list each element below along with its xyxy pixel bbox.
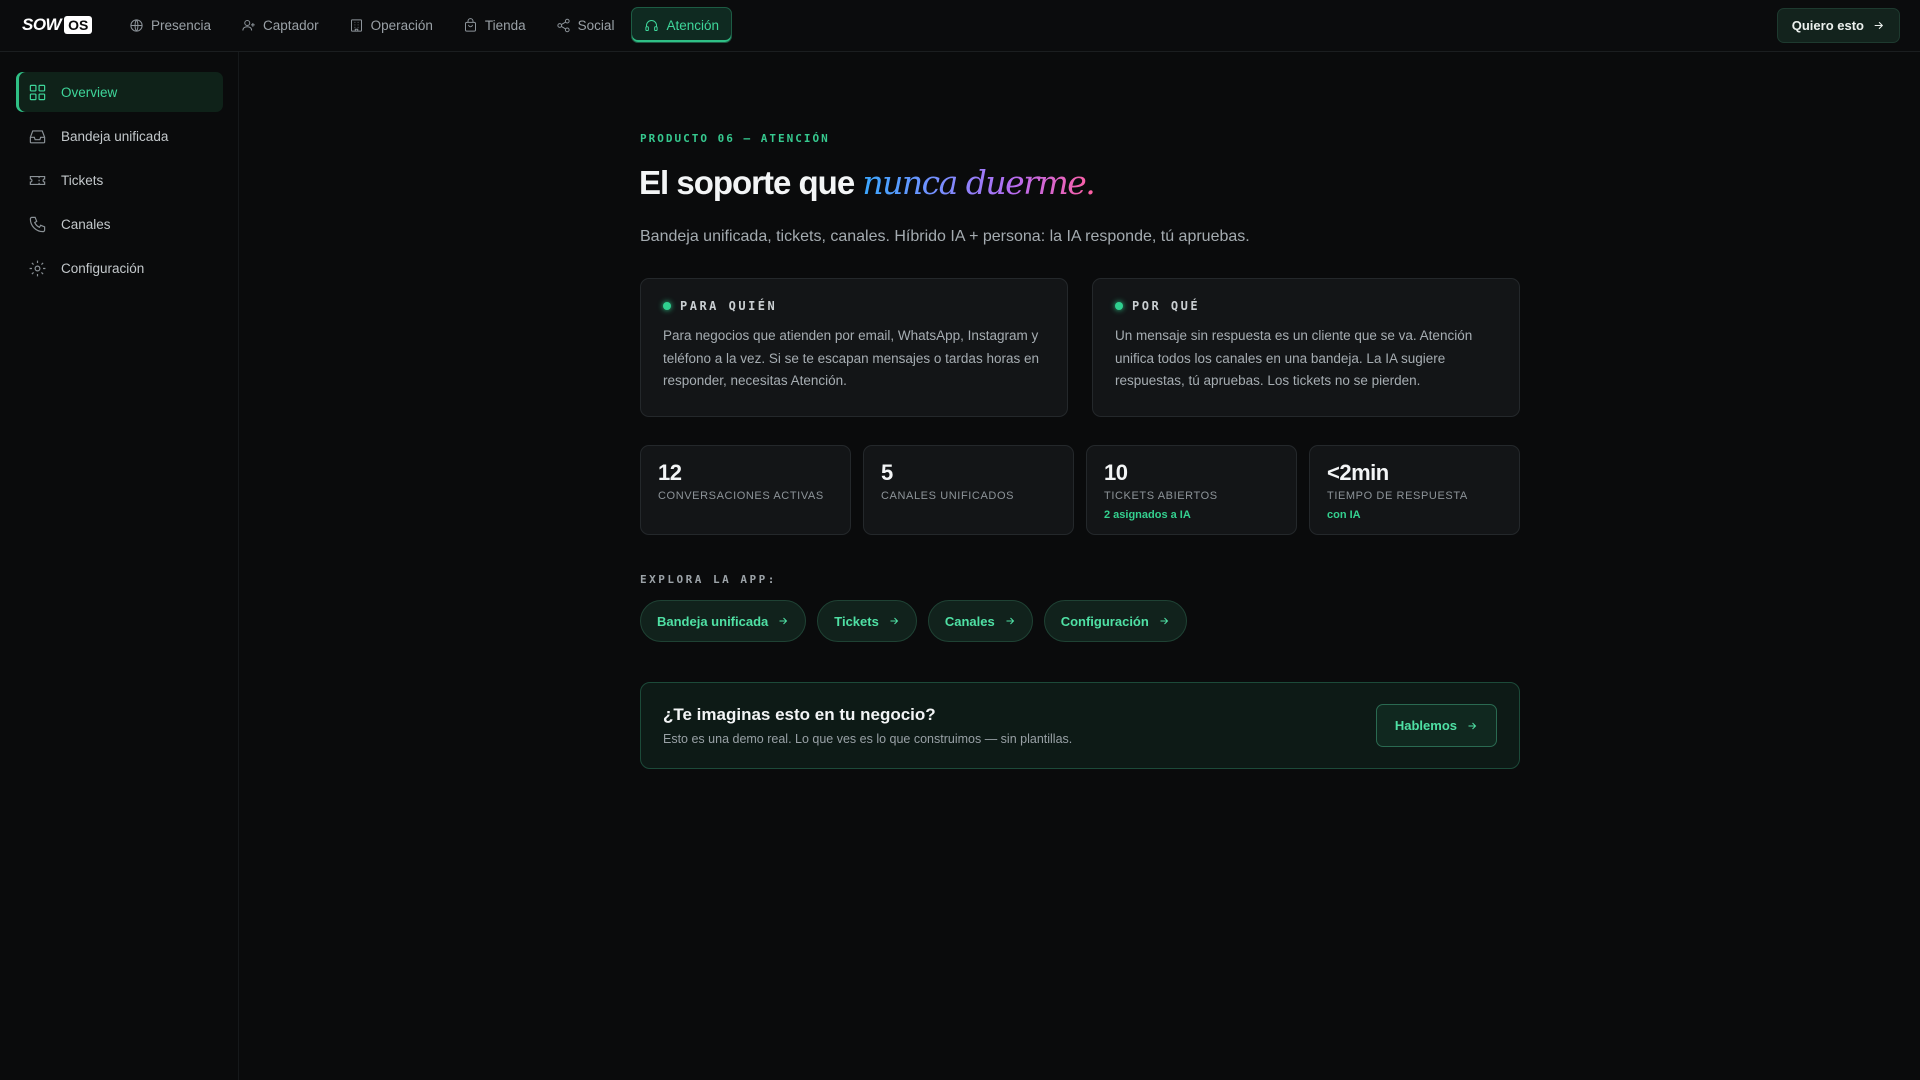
- logo-word: SOW: [22, 15, 62, 34]
- explore-link-bandeja[interactable]: Bandeja unificada: [640, 600, 807, 642]
- inbox-icon: [29, 129, 46, 143]
- explore-label: EXPLORA LA APP:: [640, 573, 777, 586]
- top-nav: Presencia Captador Operación Tienda Soci…: [116, 7, 732, 43]
- stat-label: CONVERSACIONES ACTIVAS: [658, 490, 824, 502]
- sidebar-item-bandeja[interactable]: Bandeja unificada: [16, 116, 223, 156]
- sidebar-item-overview[interactable]: Overview: [16, 72, 223, 112]
- arrow-right-icon: [1006, 617, 1014, 625]
- status-dot-icon: [663, 302, 671, 310]
- arrow-right-icon: [1160, 617, 1169, 625]
- sidebar-item-label: Configuración: [61, 260, 145, 276]
- sidebar-item-configuracion[interactable]: Configuración: [16, 248, 223, 288]
- card-label: PARA QUIÉN: [663, 299, 1045, 313]
- hablemos-label: Hablemos: [1394, 718, 1457, 733]
- title-prefix: El soporte que: [639, 164, 863, 201]
- stat-note: con IA: [1327, 509, 1361, 521]
- grid-icon: [29, 84, 46, 100]
- nav-item-label: Presencia: [151, 17, 212, 33]
- logo-box: OS: [64, 16, 93, 34]
- page-subtitle: Bandeja unificada, tickets, canales. Híb…: [640, 228, 1250, 245]
- banner-title: ¿Te imaginas esto en tu negocio?: [663, 705, 936, 724]
- nav-item-label: Social: [577, 17, 615, 33]
- hablemos-button[interactable]: Hablemos: [1375, 704, 1497, 747]
- explore-link-canales[interactable]: Canales: [927, 600, 1033, 642]
- quiero-esto-label: Quiero esto: [1791, 18, 1864, 33]
- explore-link-tickets[interactable]: Tickets: [817, 600, 917, 642]
- banner-subtitle: Esto es una demo real. Lo que ves es lo …: [663, 732, 1073, 746]
- gear-icon: [29, 260, 46, 276]
- nav-item-label: Tienda: [484, 17, 526, 33]
- product-eyebrow: PRODUCTO 06 — ATENCIÓN: [640, 132, 830, 145]
- card-body: Para negocios que atienden por email, Wh…: [663, 328, 1039, 388]
- nav-item-social[interactable]: Social: [543, 7, 628, 43]
- stat-value: <2min: [1327, 460, 1389, 485]
- nav-item-label: Operación: [370, 17, 433, 33]
- sidebar: Overview Bandeja unificada Tickets Canal…: [0, 52, 239, 1080]
- nav-item-captador[interactable]: Captador: [228, 7, 332, 43]
- user-plus-icon: [242, 19, 255, 31]
- nav-item-label: Atención: [666, 17, 719, 33]
- stat-conversaciones: 12 CONVERSACIONES ACTIVAS: [640, 445, 851, 535]
- status-dot-icon: [1115, 302, 1123, 310]
- title-accent: nunca duerme.: [862, 163, 1095, 202]
- stat-tiempo-respuesta: <2min TIEMPO DE RESPUESTA con IA: [1309, 445, 1520, 535]
- sidebar-item-label: Bandeja unificada: [61, 128, 169, 144]
- page-title: El soporte que nunca duerme.: [639, 163, 1096, 202]
- explore-link-label: Canales: [944, 613, 995, 629]
- sidebar-item-canales[interactable]: Canales: [16, 204, 223, 244]
- explore-links: Bandeja unificada Tickets Canales Config…: [640, 600, 1187, 642]
- phone-icon: [29, 216, 46, 232]
- stat-value: 12: [658, 460, 682, 485]
- arrow-right-icon: [1874, 21, 1884, 30]
- nav-item-label: Captador: [263, 17, 319, 33]
- headset-icon: [645, 19, 659, 31]
- nav-item-atencion[interactable]: Atención: [631, 7, 732, 43]
- explore-link-label: Tickets: [834, 613, 879, 629]
- building-icon: [350, 18, 362, 32]
- share-icon: [557, 18, 570, 32]
- explore-link-configuracion[interactable]: Configuración: [1043, 600, 1187, 642]
- app-logo[interactable]: SOW OS: [22, 15, 93, 35]
- stat-canales: 5 CANALES UNIFICADOS: [863, 445, 1074, 535]
- quiero-esto-button[interactable]: Quiero esto: [1776, 8, 1900, 43]
- arrow-right-icon: [1468, 722, 1477, 729]
- stat-label: CANALES UNIFICADOS: [881, 490, 1015, 502]
- arrow-right-icon: [890, 617, 899, 625]
- ticket-icon: [29, 175, 46, 185]
- top-bar: SOW OS Presencia Captador Operación Tien…: [0, 0, 1920, 52]
- sidebar-item-label: Overview: [61, 84, 118, 100]
- stat-note: 2 asignados a IA: [1104, 509, 1191, 521]
- stat-value: 10: [1104, 460, 1128, 485]
- card-label-text: POR QUÉ: [1132, 299, 1201, 313]
- shopping-bag-icon: [464, 17, 476, 32]
- card-body: Un mensaje sin respuesta es un cliente q…: [1115, 328, 1473, 388]
- stat-tickets: 10 TICKETS ABIERTOS 2 asignados a IA: [1086, 445, 1297, 535]
- nav-item-operacion[interactable]: Operación: [336, 7, 446, 43]
- explore-link-label: Bandeja unificada: [657, 613, 769, 629]
- nav-item-tienda[interactable]: Tienda: [450, 7, 539, 43]
- stat-label: TICKETS ABIERTOS: [1104, 490, 1218, 502]
- sidebar-item-label: Canales: [61, 216, 111, 232]
- para-quien-card: PARA QUIÉN Para negocios que atienden po…: [640, 278, 1068, 417]
- stat-value: 5: [881, 460, 893, 485]
- cta-banner: ¿Te imaginas esto en tu negocio? Esto es…: [640, 682, 1520, 769]
- arrow-right-icon: [779, 617, 788, 625]
- globe-icon: [130, 18, 143, 32]
- card-label-text: PARA QUIÉN: [680, 299, 778, 313]
- por-que-card: POR QUÉ Un mensaje sin respuesta es un c…: [1092, 278, 1520, 417]
- nav-item-presencia[interactable]: Presencia: [116, 7, 224, 43]
- explore-link-label: Configuración: [1060, 613, 1149, 629]
- card-label: POR QUÉ: [1115, 299, 1497, 313]
- sidebar-item-label: Tickets: [61, 172, 104, 188]
- stat-label: TIEMPO DE RESPUESTA: [1327, 490, 1468, 502]
- sidebar-item-tickets[interactable]: Tickets: [16, 160, 223, 200]
